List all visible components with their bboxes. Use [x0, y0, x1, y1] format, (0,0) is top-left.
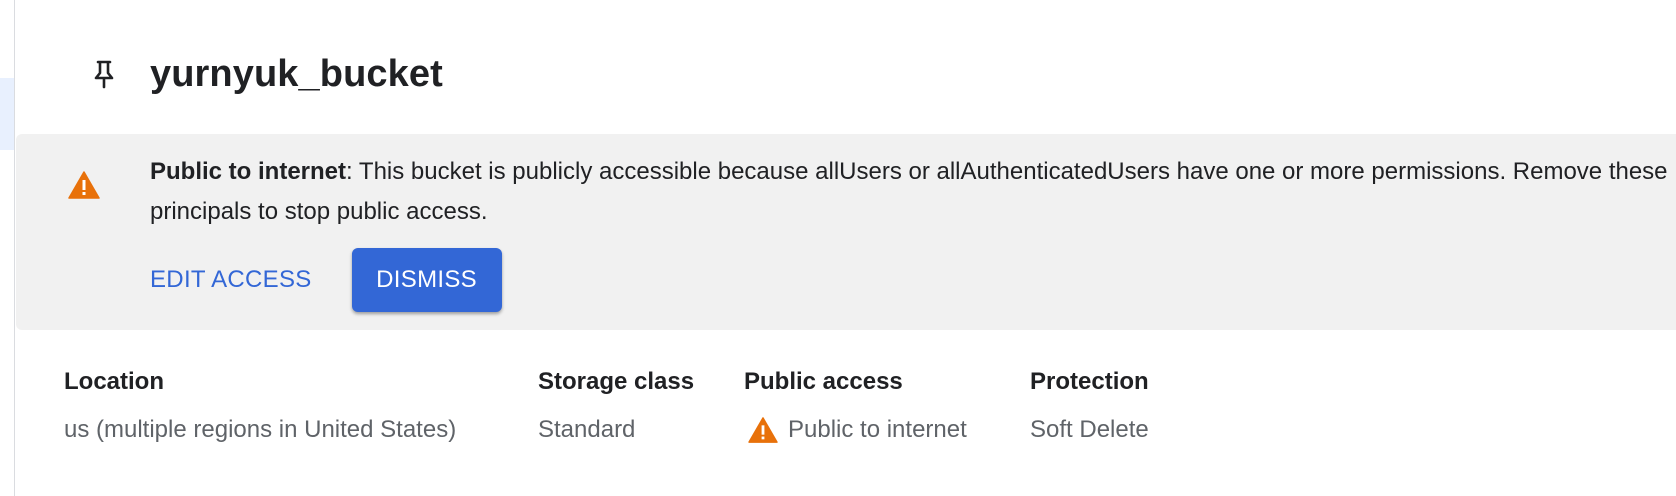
bucket-properties: Location us (multiple regions in United … — [64, 364, 1230, 448]
property-location: Location us (multiple regions in United … — [64, 364, 538, 448]
left-navigation-rail — [0, 0, 15, 496]
property-value: Public to internet — [788, 416, 967, 443]
dismiss-button[interactable]: DISMISS — [351, 248, 502, 312]
banner-actions: EDIT ACCESS DISMISS — [150, 248, 502, 312]
edit-access-button[interactable]: EDIT ACCESS — [134, 248, 328, 312]
property-label: Location — [64, 368, 164, 395]
warning-icon — [748, 417, 778, 443]
property-value: Soft Delete — [1030, 416, 1149, 443]
property-protection: Protection Soft Delete — [1030, 364, 1230, 448]
property-label: Storage class — [538, 368, 695, 395]
warning-icon — [68, 170, 100, 200]
page-title: yurnyuk_bucket — [150, 52, 443, 95]
banner-message-bold: Public to internet — [150, 158, 347, 185]
property-public-access: Public access Public to internet — [744, 364, 1030, 448]
left-rail-active-indicator[interactable] — [0, 78, 14, 150]
banner-message-body: : This bucket is publicly accessible bec… — [150, 158, 1668, 225]
property-value-with-icon: Public to internet — [744, 412, 1030, 448]
banner-message: Public to internet: This bucket is publi… — [150, 152, 1676, 232]
property-label: Public access — [744, 368, 903, 395]
property-value: Standard — [538, 416, 636, 443]
pin-icon[interactable] — [88, 58, 120, 90]
page-header: yurnyuk_bucket — [88, 50, 443, 98]
property-value: us (multiple regions in United States) — [64, 416, 457, 443]
property-label: Protection — [1030, 368, 1149, 395]
property-storage-class: Storage class Standard — [538, 364, 744, 448]
public-access-warning-banner: Public to internet: This bucket is publi… — [16, 134, 1676, 330]
